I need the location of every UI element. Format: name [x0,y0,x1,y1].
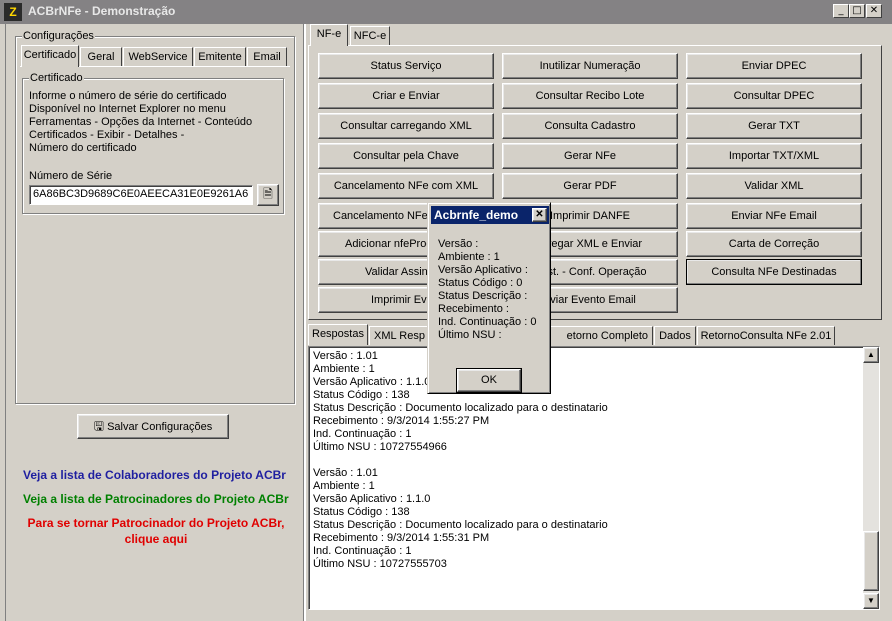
memo-line: Status Código : 138 [313,506,410,518]
save-icon: 🖫 [93,419,104,433]
gerar-txt-button[interactable]: Gerar TXT [686,113,862,139]
memo-line: Recebimento : 9/3/2014 1:55:27 PM [313,415,490,427]
memo-line: Versão : 1.01 [313,467,378,479]
dialog-line: Ambiente : 1 [438,251,500,263]
maximize-button[interactable]: □ [849,4,865,18]
dialog-message: Versão : Ambiente : 1 Versão Aplicativo … [438,238,536,342]
tab-nfe[interactable]: NF-e [310,24,348,46]
gerar-nfe-button[interactable]: Gerar NFe [502,143,678,169]
tab-webservice[interactable]: WebService [123,47,193,67]
cert-info-line: Disponível no Internet Explorer no menu [29,103,226,115]
tab-email[interactable]: Email [247,47,287,67]
response-memo[interactable]: Versão : 1.01 Ambiente : 1 Versão Aplica… [308,346,880,610]
memo-line: Último NSU : 10727554966 [313,441,447,453]
cancelamento-xml-button[interactable]: Cancelamento NFe com XML [318,173,494,199]
close-button[interactable]: ✕ [866,4,882,18]
serial-label: Número de Série [29,170,113,182]
gerar-pdf-button[interactable]: Gerar PDF [502,173,678,199]
cert-info-line: Ferramentas - Opções da Internet - Conte… [29,116,253,128]
dialog-line: Último NSU : [438,329,502,341]
title-bar: Z ACBrNFe - Demonstração _ □ ✕ [0,0,892,24]
tab-geral[interactable]: Geral [80,47,122,67]
importar-txt-button[interactable]: Importar TXT/XML [686,143,862,169]
tab-certificado[interactable]: Certificado [21,45,79,67]
tab-respostas[interactable]: Respostas [308,324,368,345]
memo-line: Versão Aplicativo : 1.1.0 [313,493,431,505]
patrocinadores-link[interactable]: Veja a lista de Patrocinadores do Projet… [23,492,289,506]
consulta-nfe-destinadas-button[interactable]: Consulta NFe Destinadas [686,259,862,285]
memo-line: Ambiente : 1 [313,480,375,492]
serial-input[interactable]: 6A86BC3D9689C6E0AEECA31E0E9261A6 [29,185,253,205]
window-title: ACBrNFe - Demonstração [28,4,176,18]
memo-line [313,454,608,467]
tab-nfce[interactable]: NFC-e [350,26,390,46]
consulta-cadastro-button[interactable]: Consulta Cadastro [502,113,678,139]
memo-line: Ind. Continuação : 1 [313,545,412,557]
config-group-label: Configurações [22,30,95,42]
dialog-line: Ind. Continuação : 0 [438,316,537,328]
scroll-thumb[interactable] [863,531,879,591]
memo-line: Status Descrição : Documento localizado … [313,402,608,414]
colaboradores-link[interactable]: Veja a lista de Colaboradores do Projeto… [23,468,286,482]
cert-info-line: Informe o número de série do certificado [29,90,227,102]
enviar-nfe-email-button[interactable]: Enviar NFe Email [686,203,862,229]
memo-line: Recebimento : 9/3/2014 1:55:31 PM [313,532,490,544]
dialog-titlebar: Acbrnfe_demo ✕ [431,206,549,224]
patrocinador-link-line1: Para se tornar Patrocinador do Projeto A… [27,516,285,530]
scroll-down-button[interactable]: ▼ [863,593,879,609]
dialog-line: Status Código : 0 [438,277,523,289]
memo-line: Status Descrição : Documento localizado … [313,519,608,531]
cert-info-line: Certificados - Exibir - Detalhes - [29,129,185,141]
tab-retorno-consulta[interactable]: RetornoConsulta NFe 2.01 [697,326,835,345]
splitter[interactable] [303,24,306,621]
carta-correcao-button[interactable]: Carta de Correção [686,231,862,257]
tab-xml-resposta[interactable]: XML Resp [369,326,431,345]
validar-xml-button[interactable]: Validar XML [686,173,862,199]
cert-info: Informe o número de série do certificado… [29,90,252,155]
dialog-title: Acbrnfe_demo [434,208,519,222]
consultar-dpec-button[interactable]: Consultar DPEC [686,83,862,109]
dialog-line: Versão Aplicativo : [438,264,528,276]
tab-retorno-completo[interactable]: etorno Completo WS [545,326,653,360]
save-config-label: Salvar Configurações [107,421,213,433]
left-edge [0,24,6,621]
memo-line: Último NSU : 10727555703 [313,558,447,570]
patrocinador-link-line2: clique aqui [124,532,188,546]
enviar-dpec-button[interactable]: Enviar DPEC [686,53,862,79]
tab-dados[interactable]: Dados [654,326,696,345]
criar-enviar-button[interactable]: Criar e Enviar [318,83,494,109]
dialog-ok-button[interactable]: OK [456,368,522,393]
dialog-line: Status Descrição : [438,290,528,302]
memo-line: Ind. Continuação : 1 [313,428,412,440]
scroll-up-button[interactable]: ▲ [863,347,879,363]
app-icon: Z [4,3,22,21]
memo-scrollbar[interactable]: ▲ ▼ [863,347,879,609]
consultar-chave-button[interactable]: Consultar pela Chave [318,143,494,169]
patrocinador-link[interactable]: Para se tornar Patrocinador do Projeto A… [23,516,289,546]
cert-info-line: Número do certificado [29,142,137,154]
certificado-group-label: Certificado [29,72,84,84]
consultar-recibo-button[interactable]: Consultar Recibo Lote [502,83,678,109]
consultar-xml-button[interactable]: Consultar carregando XML [318,113,494,139]
tab-emitente[interactable]: Emitente [194,47,246,67]
select-certificate-button[interactable]: 🗎 [257,184,279,206]
dialog-line: Versão : [438,238,479,250]
status-servico-button[interactable]: Status Serviço [318,53,494,79]
inutilizar-numeracao-button[interactable]: Inutilizar Numeração [502,53,678,79]
dialog-line: Recebimento : [438,303,509,315]
save-config-button[interactable]: 🖫 Salvar Configurações [77,414,229,439]
message-dialog: Acbrnfe_demo ✕ Versão : Ambiente : 1 Ver… [427,202,551,394]
dialog-close-button[interactable]: ✕ [532,208,547,222]
minimize-button[interactable]: _ [833,4,849,18]
document-icon: 🗎 [263,187,273,201]
